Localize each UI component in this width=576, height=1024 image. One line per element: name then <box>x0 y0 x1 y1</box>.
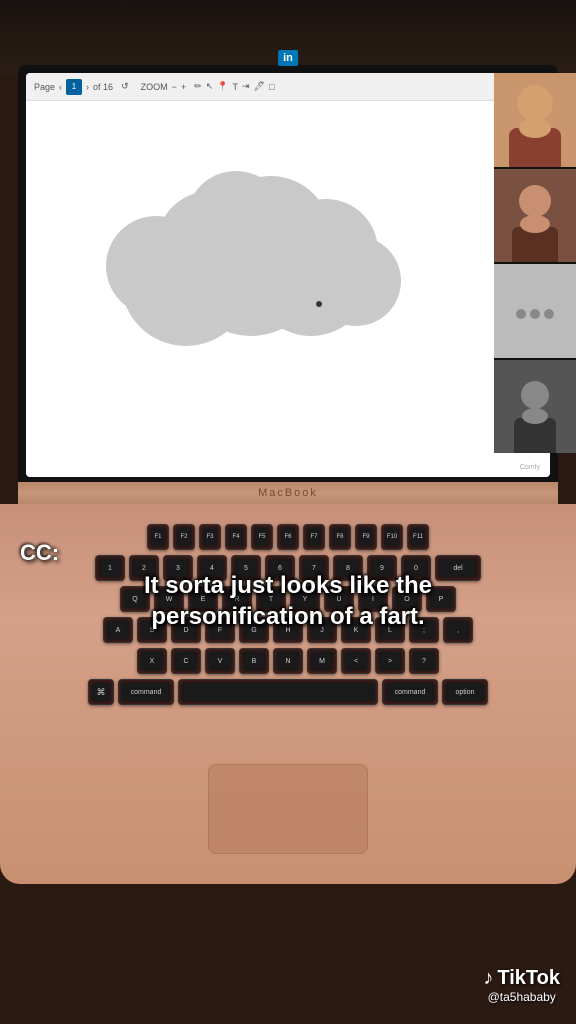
bottom-row: ⌘ command command option <box>20 679 556 705</box>
draw-icon[interactable]: 🖊 <box>254 81 265 92</box>
zoom-label: ZOOM <box>141 82 168 92</box>
total-pages: of 16 <box>93 82 113 92</box>
key-cmd-symbol[interactable]: ⌘ <box>88 679 114 705</box>
video-tile-3 <box>494 264 576 358</box>
page-label: Page <box>34 82 55 92</box>
macbook-hinge: MacBook <box>18 482 558 504</box>
key-n[interactable]: N <box>273 648 303 674</box>
text-icon[interactable]: T <box>232 82 238 92</box>
person4-avatar <box>494 360 576 454</box>
zoom-in[interactable]: + <box>181 82 186 92</box>
subtitle-area: CC: It sorta just looks like the personi… <box>0 540 576 632</box>
key-command-left[interactable]: command <box>118 679 174 705</box>
undo-icon[interactable]: ⇥ <box>242 81 250 92</box>
linkedin-badge: in <box>278 50 298 66</box>
screen-toolbar: Page ‹ 1 › of 16 ↺ ZOOM − + ✏ ↖ 📍 T ⇥ 🖊 … <box>26 73 550 101</box>
person2-avatar <box>494 169 576 263</box>
page-num[interactable]: 1 <box>66 79 82 95</box>
zxcv-row: X C V B N M < > ? <box>20 648 556 674</box>
cursor-dot <box>316 301 322 307</box>
video-tile-1 <box>494 73 576 167</box>
cursor-icon[interactable]: ↖ <box>206 81 214 92</box>
key-slash[interactable]: ? <box>409 648 439 674</box>
tiktok-name: TikTok <box>497 967 560 990</box>
pencil-icon[interactable]: ✏ <box>194 81 202 92</box>
nav-forward[interactable]: › <box>86 82 89 92</box>
key-b[interactable]: B <box>239 648 269 674</box>
touchpad[interactable] <box>208 764 368 854</box>
zoom-out[interactable]: − <box>172 82 177 92</box>
drawing-area: Comfy <box>26 101 550 477</box>
macbook-label: MacBook <box>258 487 318 499</box>
refresh-icon[interactable]: ↺ <box>121 81 129 92</box>
key-option[interactable]: option <box>442 679 488 705</box>
key-command-right[interactable]: command <box>382 679 438 705</box>
key-m[interactable]: M <box>307 648 337 674</box>
scene: in Page ‹ 1 › of 16 ↺ ZOOM − + ✏ ↖ 📍 T ⇥… <box>0 0 576 1024</box>
subtitle-text: It sorta just looks like the personifica… <box>20 570 556 632</box>
key-x[interactable]: X <box>137 648 167 674</box>
tiktok-brand: ♪ TikTok @ta5hababy <box>483 967 560 1004</box>
key-c[interactable]: C <box>171 648 201 674</box>
subtitle-line2: personification of a fart. <box>151 603 424 630</box>
key-period[interactable]: > <box>375 648 405 674</box>
rect-icon[interactable]: □ <box>269 82 274 92</box>
cc-label: CC: <box>20 540 556 566</box>
video-tile-4 <box>494 360 576 454</box>
key-v[interactable]: V <box>205 648 235 674</box>
cloud-shape <box>56 121 436 401</box>
key-space[interactable] <box>178 679 378 705</box>
person1-avatar <box>494 73 576 167</box>
key-comma[interactable]: < <box>341 648 371 674</box>
laptop-screen: Page ‹ 1 › of 16 ↺ ZOOM − + ✏ ↖ 📍 T ⇥ 🖊 … <box>26 73 550 477</box>
tiktok-handle: @ta5hababy <box>488 990 556 1004</box>
pin-icon[interactable]: 📍 <box>217 81 228 92</box>
nav-back[interactable]: ‹ <box>59 82 62 92</box>
video-tile-2 <box>494 169 576 263</box>
tiktok-logo: ♪ TikTok <box>483 967 560 990</box>
corner-watermark: Comfy <box>520 464 540 471</box>
subtitle-line1: It sorta just looks like the <box>144 572 432 599</box>
video-sidebar <box>494 73 576 453</box>
person3-avatar <box>494 264 576 358</box>
laptop-screen-wrapper: Page ‹ 1 › of 16 ↺ ZOOM − + ✏ ↖ 📍 T ⇥ 🖊 … <box>18 65 558 485</box>
tiktok-music-icon: ♪ <box>483 967 493 990</box>
